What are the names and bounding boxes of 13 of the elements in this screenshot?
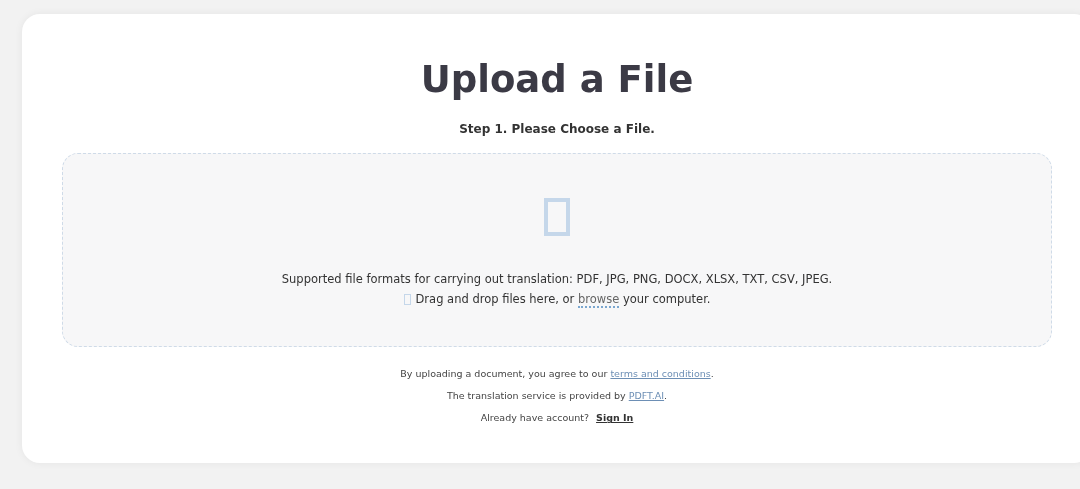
- step-heading: Step 1. Please Choose a File.: [458, 122, 656, 137]
- notice-text: The translation service is provided by PDFT.AI.: [446, 389, 668, 404]
- page-title: Upload a File: [419, 58, 695, 103]
- browse-link[interactable]: browse: [577, 292, 620, 309]
- supported-formats-text: Supported file formats for carrying out translation: PDF, JPG, PNG, DOCX, XLSX, TXT, CSV, JPEG.: [281, 272, 833, 287]
- terms-link[interactable]: terms and conditions: [610, 368, 711, 380]
- placeholder-icon: [403, 293, 411, 305]
- sign-in-link[interactable]: Sign In: [596, 407, 634, 430]
- provider-link[interactable]: PDFT.AI: [628, 390, 665, 402]
- account-prompt: Already have account?: [480, 411, 590, 426]
- drag-drop-text: Drag and drop files here, or browse your computer.: [415, 292, 711, 307]
- notice-text: By uploading a document, you agree to our terms and conditions.: [400, 367, 714, 382]
- placeholder-icon: [544, 198, 570, 237]
